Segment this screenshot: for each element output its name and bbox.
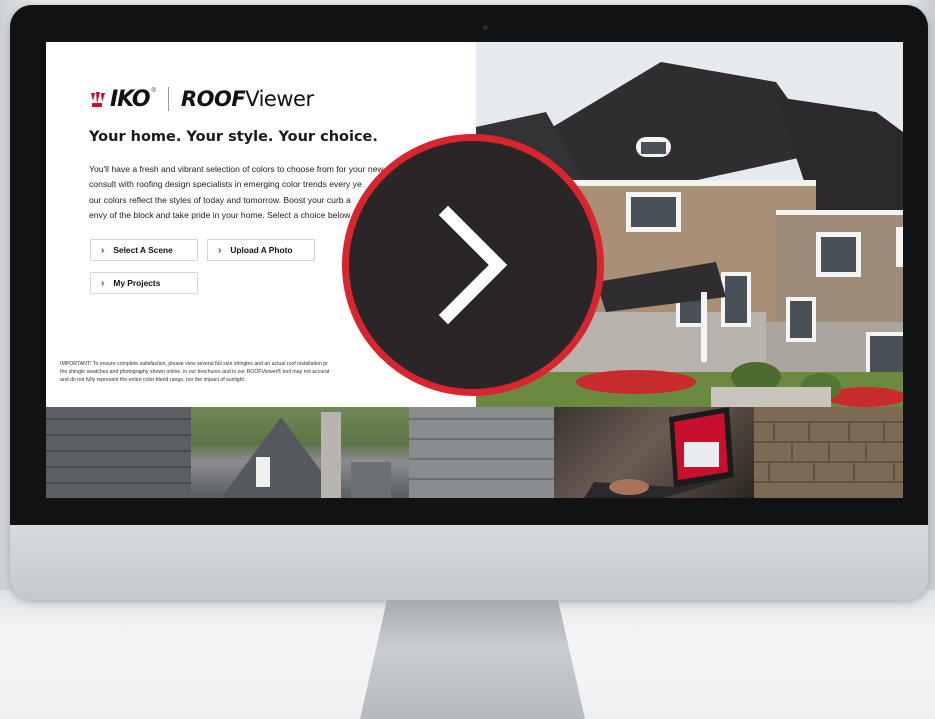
thumbnail-laptop <box>554 407 754 498</box>
thumbnail-strip <box>46 407 903 498</box>
laptop-illustration <box>584 407 734 498</box>
monitor-chin <box>10 525 928 600</box>
play-button[interactable] <box>342 134 604 396</box>
product-name-bold: ROOF <box>180 87 246 111</box>
thumbnail-shingle-gray <box>46 407 191 498</box>
logo-divider <box>167 87 169 111</box>
upload-photo-button[interactable]: › Upload A Photo <box>207 239 315 261</box>
registered-mark: ® <box>151 88 156 94</box>
select-scene-label: Select A Scene <box>113 245 173 255</box>
shingle-pattern <box>754 421 903 483</box>
camera-icon <box>483 25 488 30</box>
thumbnail-shingle-brown <box>754 407 903 498</box>
chevron-right-icon <box>438 205 508 325</box>
chevron-right-icon: › <box>101 244 105 256</box>
my-projects-button[interactable]: › My Projects <box>90 272 198 294</box>
thumbnail-shingle-slate <box>409 407 554 498</box>
iko-logo-icon <box>91 92 105 107</box>
house-roof-illustration <box>221 412 391 498</box>
brand-name: IKO <box>110 86 151 112</box>
my-projects-label: My Projects <box>113 278 161 288</box>
chevron-right-icon: › <box>218 244 222 256</box>
select-scene-button[interactable]: › Select A Scene <box>90 239 198 261</box>
product-name-rest: Viewer <box>245 87 314 111</box>
page-title: Your home. Your style. Your choice. <box>89 129 378 145</box>
disclaimer-text: IMPORTANT! To ensure complete satisfacti… <box>60 361 330 384</box>
monitor-stand <box>360 600 585 719</box>
chevron-right-icon: › <box>101 277 105 289</box>
upload-photo-label: Upload A Photo <box>230 245 293 255</box>
thumbnail-house-roof <box>191 407 409 498</box>
logo: IKO ® ROOF Viewer <box>89 84 314 114</box>
